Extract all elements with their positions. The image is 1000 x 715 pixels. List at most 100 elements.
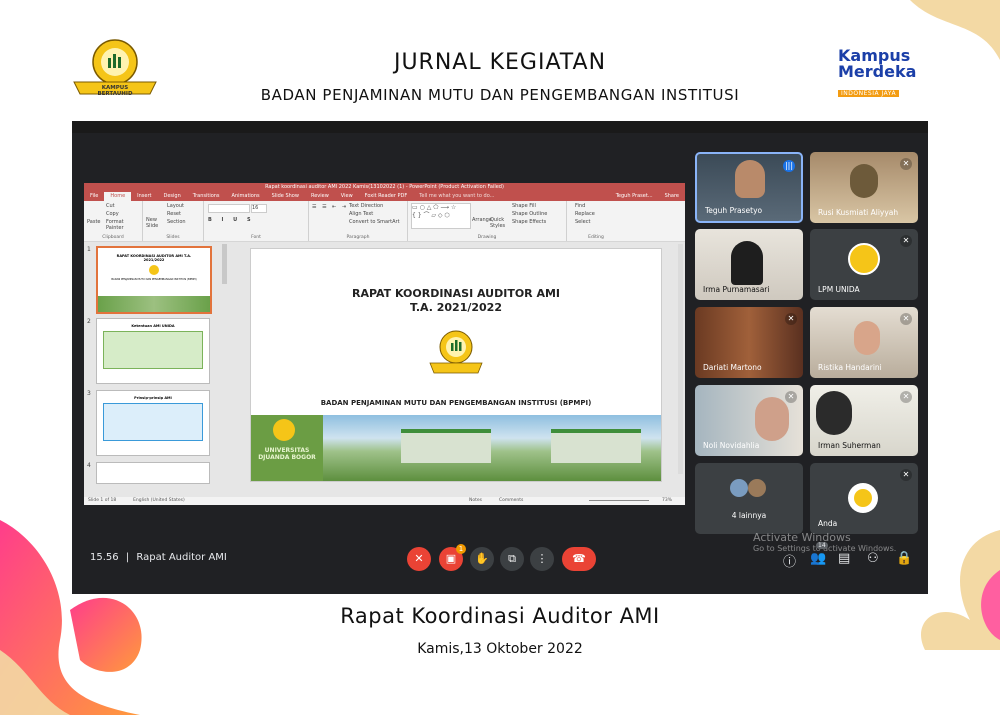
group-label-drawing: Drawing — [477, 235, 497, 240]
people-icon: 👥 — [810, 551, 827, 566]
participant-avatar — [848, 483, 878, 513]
select-button[interactable]: Select — [575, 219, 590, 225]
people-count-badge: 14 — [816, 542, 828, 549]
avatar-seal-icon — [854, 489, 872, 507]
activities-button[interactable]: ⚇ — [867, 551, 879, 566]
participant-tile[interactable]: ✕ Rusi Kusmiati Aliyyah — [810, 152, 918, 223]
shape-outline-button[interactable]: Shape Outline — [512, 211, 547, 217]
host-controls-button[interactable]: 🔒 — [896, 551, 912, 566]
tab-design[interactable]: Design — [157, 192, 186, 201]
tab-insert[interactable]: Insert — [131, 192, 157, 201]
slide-thumbnail[interactable]: RAPAT KOORDINASI AUDITOR AMI T.A. 2021/2… — [96, 246, 212, 314]
participant-tile[interactable]: ✕ Ristika Handarini — [810, 307, 918, 378]
group-label-font: Font — [251, 235, 261, 240]
phone-hangup-icon: ☎ — [572, 552, 586, 565]
mic-off-icon: ✕ — [900, 391, 912, 403]
hand-icon: ✋ — [475, 552, 489, 565]
replace-button[interactable]: Replace — [575, 211, 595, 217]
format-painter-button[interactable]: Format Painter — [106, 219, 142, 231]
end-call-button[interactable]: ☎ — [562, 547, 596, 571]
font-size-box[interactable]: 16 — [251, 204, 267, 213]
participant-tile[interactable]: ✕ LPM UNIDA — [810, 229, 918, 300]
present-screen-button[interactable]: ⧉ — [500, 547, 524, 571]
slide-thumbnail[interactable]: Prinsip-prinsip AMI — [96, 390, 210, 456]
paste-button[interactable]: Paste — [87, 219, 101, 225]
thumb-title: Prinsip-prinsip AMI — [134, 396, 172, 400]
tab-slide-show[interactable]: Slide Show — [266, 192, 305, 201]
banner-logo-panel: UNIVERSITAS DJUANDA BOGOR — [251, 415, 323, 481]
participant-tile[interactable]: ✕ Irman Suherman — [810, 385, 918, 456]
participant-name: Irma Purnamasari — [703, 285, 770, 294]
copy-button[interactable]: Copy — [106, 211, 119, 217]
present-icon: ⧉ — [508, 552, 516, 565]
people-button[interactable]: 👥 14 — [810, 542, 828, 566]
slide-thumbnail[interactable]: Ketentuan AMI UNIDA — [96, 318, 210, 384]
participant-tile[interactable]: ||| Teguh Prasetyo — [695, 152, 803, 223]
text-direction-button[interactable]: Text Direction — [349, 203, 383, 209]
tab-animations[interactable]: Animations — [226, 192, 266, 201]
new-slide-button[interactable]: New Slide — [146, 217, 162, 229]
paragraph-list-buttons[interactable]: ☰ ☰ ⇤ ⇥ — [312, 204, 348, 210]
tab-foxit[interactable]: Foxit Reader PDF — [359, 192, 414, 201]
ppt-ribbon: Paste Cut Copy Format Painter Clipboard … — [84, 201, 685, 242]
chat-button[interactable]: ▤ — [838, 551, 850, 566]
mic-off-icon: ✕ — [900, 469, 912, 481]
find-button[interactable]: Find — [575, 203, 585, 209]
shared-powerpoint-window: Rapat koordinasi auditor AMI 2022 Kamis(… — [84, 183, 685, 505]
ribbon-group-slides: New Slide Layout Reset Section Slides — [143, 201, 204, 241]
slide-thumbnail[interactable] — [96, 462, 210, 484]
shapes-gallery[interactable]: ▭ ○ △ ⬠ ⟶ ☆{ } ⌒ ▱ ◇ ⬡ — [411, 203, 471, 229]
layout-button[interactable]: Layout — [167, 203, 184, 209]
reset-button[interactable]: Reset — [167, 211, 181, 217]
tab-transitions[interactable]: Transitions — [187, 192, 226, 201]
tab-view[interactable]: View — [335, 192, 359, 201]
camera-off-icon: ▣ — [445, 552, 457, 565]
current-slide: RAPAT KOORDINASI AUDITOR AMI T.A. 2021/2… — [250, 248, 662, 482]
shape-effects-button[interactable]: Shape Effects — [512, 219, 546, 225]
mic-off-icon: ✕ — [785, 391, 797, 403]
convert-smartart-button[interactable]: Convert to SmartArt — [349, 219, 400, 225]
slide-thumbnail-pane: 1 RAPAT KOORDINASI AUDITOR AMI T.A. 2021… — [84, 242, 229, 497]
more-options-button[interactable]: ⋮ — [530, 547, 554, 571]
font-format-buttons[interactable]: B I U S — [208, 217, 255, 223]
status-comments-button[interactable]: Comments — [499, 497, 523, 505]
thumb-text-block — [103, 403, 203, 441]
tell-me-box[interactable]: Tell me what you want to do... — [413, 192, 500, 201]
ribbon-group-editing: Find Replace Select Editing — [567, 201, 625, 241]
participant-tile-self[interactable]: ✕ Anda — [810, 463, 918, 534]
meeting-details-button[interactable]: ⓘ — [783, 551, 796, 570]
raise-hand-button[interactable]: ✋ — [470, 547, 494, 571]
tab-file[interactable]: File — [84, 192, 104, 201]
share-button[interactable]: Share — [659, 192, 685, 201]
ppt-user-name[interactable]: Teguh Praset... — [610, 192, 659, 201]
thumb-scrollbar[interactable] — [222, 244, 227, 284]
ppt-window-title: Rapat koordinasi auditor AMI 2022 Kamis(… — [84, 183, 685, 192]
tab-review[interactable]: Review — [305, 192, 335, 201]
ribbon-group-drawing: ▭ ○ △ ⬠ ⟶ ☆{ } ⌒ ▱ ◇ ⬡ Arrange Quick Sty… — [408, 201, 567, 241]
participant-tile-more[interactable]: 4 lainnya — [695, 463, 803, 534]
participant-tile[interactable]: ✕ Dariati Martono — [695, 307, 803, 378]
arrange-button[interactable]: Arrange — [472, 217, 492, 223]
status-notes-button[interactable]: Notes — [469, 497, 482, 505]
font-name-box[interactable] — [208, 204, 250, 213]
align-text-button[interactable]: Align Text — [349, 211, 373, 217]
quick-styles-button[interactable]: Quick Styles — [490, 217, 505, 229]
shape-fill-button[interactable]: Shape Fill — [512, 203, 536, 209]
participant-name: Noli Novidahlia — [703, 441, 760, 450]
participant-tile[interactable]: ✕ Noli Novidahlia — [695, 385, 803, 456]
meeting-info-separator: | — [125, 552, 130, 563]
thumb-title: Ketentuan AMI UNIDA — [131, 324, 175, 328]
slide-scrollbar[interactable] — [678, 244, 683, 474]
lock-icon: 🔒 — [896, 551, 913, 566]
speaking-indicator-icon: ||| — [783, 160, 795, 172]
section-button[interactable]: Section — [167, 219, 186, 225]
zoom-slider[interactable] — [589, 500, 649, 501]
tab-home[interactable]: Home — [104, 192, 132, 201]
camera-toggle-button[interactable]: ▣ 1 — [439, 544, 466, 571]
participant-tile[interactable]: Irma Purnamasari — [695, 229, 803, 300]
ribbon-group-font: 16 B I U S Font — [204, 201, 309, 241]
mic-toggle-button[interactable]: ✕ — [407, 547, 431, 571]
ppt-status-bar: Slide 1 of 18 English (United States) No… — [84, 497, 685, 505]
cut-button[interactable]: Cut — [106, 203, 115, 209]
mic-off-icon: ✕ — [900, 158, 912, 170]
